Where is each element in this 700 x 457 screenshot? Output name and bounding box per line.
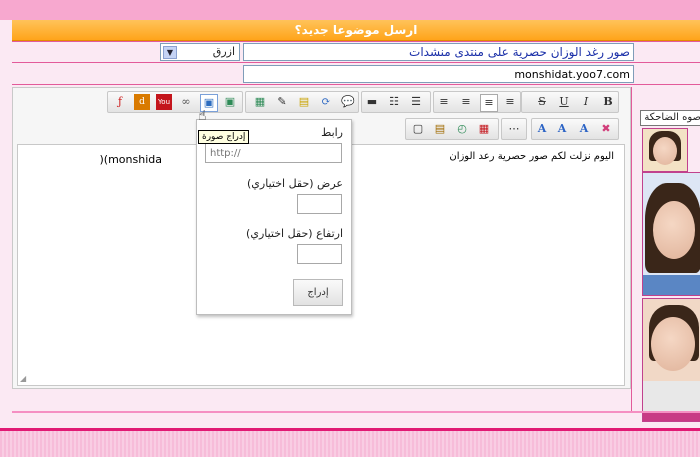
page-background: ارسل موضوعا جديد؟ ازرق ▼ B I U S ≡ ≡ ≡ ≡… (0, 0, 700, 428)
clear-format-icon[interactable]: ✖ (598, 121, 614, 137)
link-label: رابط (321, 126, 343, 139)
font-color-icon[interactable]: A (576, 121, 592, 137)
media-toolbar-group: ▣ ▣ ∞ You d ƒ (107, 91, 243, 113)
avatar[interactable] (642, 172, 700, 296)
flash-icon[interactable]: ƒ (112, 94, 128, 110)
post-header-title: ارسل موضوعا جديد؟ (294, 23, 418, 37)
align-right-icon[interactable]: ≡ (458, 94, 474, 110)
sidebar-title: صوه الضاحكة (640, 110, 700, 126)
divider (12, 411, 700, 413)
url-input[interactable] (243, 65, 634, 83)
width-label: عرض (حقل اختياري) (247, 177, 343, 190)
more-toolbar-group: ⋯ (501, 118, 527, 140)
editor-right-divider (631, 87, 632, 411)
color-select[interactable]: ازرق ▼ (160, 43, 240, 61)
date-icon[interactable]: ▦ (476, 121, 492, 137)
top-pink-band (0, 0, 700, 20)
tooltip: إدراج صورة (198, 130, 250, 144)
underline-button[interactable]: U (556, 94, 572, 110)
more-icon[interactable]: ⋯ (506, 121, 522, 137)
bold-button[interactable]: B (600, 94, 616, 110)
hand-cursor-icon: ☝ (198, 108, 207, 124)
insert-toolbar-group: 💬 ⟳ ▤ ✎ ▦ (245, 91, 359, 113)
divider (12, 62, 700, 63)
font-family-icon[interactable]: A (534, 121, 550, 137)
insert-table-icon[interactable]: ▦ (252, 94, 268, 110)
image-width-input[interactable] (297, 194, 342, 214)
sidebar: صوه الضاحكة (640, 108, 700, 428)
insert-image-button[interactable]: إدراج (293, 279, 343, 306)
font-toolbar-group: ✖ A A A (531, 118, 619, 140)
datetime-toolbar-group: ▦ ◴ ▤ ▢ (405, 118, 499, 140)
align-toolbar-group: ≡ ≡ ≡ ≡ (433, 91, 521, 113)
copy-icon[interactable]: ▢ (410, 121, 426, 137)
time-icon[interactable]: ◴ (454, 121, 470, 137)
strike-button[interactable]: S (534, 94, 550, 110)
align-left-icon[interactable]: ≡ (436, 94, 452, 110)
bulleted-list-icon[interactable]: ☰ (408, 94, 424, 110)
edit-icon[interactable]: ✎ (274, 94, 290, 110)
height-label: ارتفاع (حقل اختياري) (246, 227, 343, 240)
editor-latin-text: )(monshida (99, 153, 163, 166)
list-toolbar-group: ☰ ☷ ▬ (361, 91, 431, 113)
insert-image-popup: رابط عرض (حقل اختياري) ارتفاع (حقل اختيا… (196, 119, 352, 315)
divider (12, 41, 700, 42)
image-url-input[interactable] (205, 143, 342, 163)
insert-image-alt-icon[interactable]: ▣ (222, 94, 238, 110)
chevron-down-icon[interactable]: ▼ (163, 46, 177, 59)
note-icon[interactable]: ▤ (296, 94, 312, 110)
post-header-bar: ارسل موضوعا جديد؟ (12, 20, 700, 41)
divider (12, 84, 700, 85)
link-icon[interactable]: ∞ (178, 94, 194, 110)
align-justify-icon[interactable]: ≡ (502, 94, 518, 110)
refresh-icon[interactable]: ⟳ (318, 94, 334, 110)
avatar[interactable] (642, 128, 688, 172)
format-toolbar-group: B I U S (521, 91, 619, 113)
dailymotion-icon[interactable]: d (134, 94, 150, 110)
font-size-icon[interactable]: A (554, 121, 570, 137)
resize-grip-icon[interactable]: ◢ (20, 374, 26, 383)
align-center-icon[interactable]: ≡ (480, 94, 498, 112)
speech-bubble-icon[interactable]: 💬 (340, 94, 356, 110)
italic-button[interactable]: I (578, 94, 594, 110)
avatar[interactable] (642, 298, 700, 422)
image-height-input[interactable] (297, 244, 342, 264)
bottom-strip (0, 428, 700, 457)
subject-input[interactable] (243, 43, 634, 61)
numbered-list-icon[interactable]: ☷ (386, 94, 402, 110)
horizontal-rule-icon[interactable]: ▬ (364, 94, 380, 110)
paste-icon[interactable]: ▤ (432, 121, 448, 137)
youtube-icon[interactable]: You (156, 94, 172, 110)
color-select-value: ازرق (212, 45, 235, 58)
